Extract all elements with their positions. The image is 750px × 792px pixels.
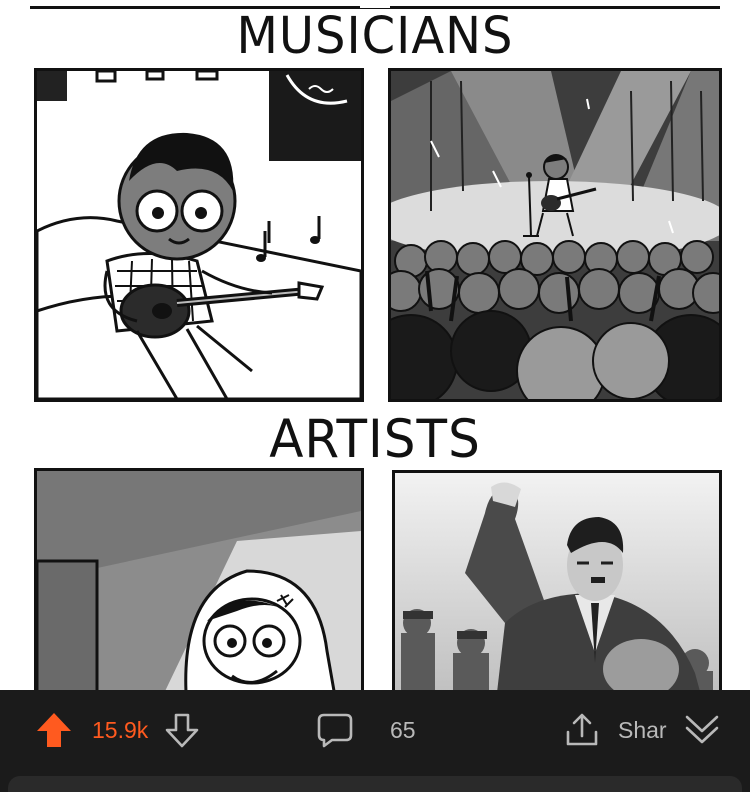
share-upload-icon bbox=[562, 710, 602, 750]
comments-button[interactable]: 65 bbox=[316, 690, 416, 770]
double-chevron-down-icon bbox=[682, 710, 722, 750]
raised-fist-photo bbox=[395, 473, 719, 690]
share-label: Shar bbox=[618, 716, 667, 743]
comment-bubble-icon bbox=[316, 711, 354, 749]
musician-home-drawing bbox=[37, 71, 361, 399]
next-post-preview bbox=[0, 770, 750, 792]
comic-heading-musicians: MUSICIANS bbox=[236, 6, 514, 66]
comic-image[interactable]: MUSICIANS ARTISTS bbox=[0, 0, 750, 690]
musician-concert-drawing bbox=[391, 71, 719, 399]
downvote-arrow-icon[interactable] bbox=[162, 710, 202, 750]
panel-photo-raised-fist bbox=[392, 470, 722, 690]
vote-count: 15.9k bbox=[92, 716, 149, 743]
comic-heading-artists: ARTISTS bbox=[269, 408, 481, 470]
collapse-button[interactable] bbox=[682, 690, 722, 770]
next-post-card-edge[interactable] bbox=[8, 776, 742, 792]
panel-musician-concert bbox=[388, 68, 722, 402]
post-view: MUSICIANS ARTISTS 15.9k 65 Shar bbox=[0, 0, 750, 792]
panel-artist-hood bbox=[34, 468, 364, 690]
post-action-bar: 15.9k 65 Shar bbox=[0, 690, 750, 770]
upvote-arrow-icon[interactable] bbox=[34, 710, 74, 750]
share-button[interactable]: Shar bbox=[562, 690, 674, 770]
artist-hood-drawing bbox=[37, 471, 361, 690]
comment-count: 65 bbox=[390, 716, 416, 743]
vote-group: 15.9k bbox=[34, 690, 202, 770]
panel-musician-home bbox=[34, 68, 364, 402]
